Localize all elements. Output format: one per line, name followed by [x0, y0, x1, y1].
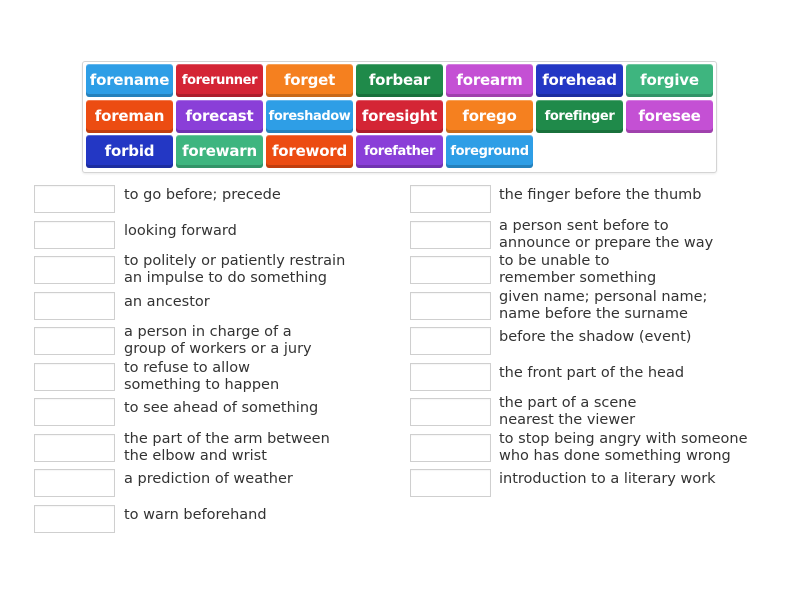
definition-right-7: the part of a scene nearest the viewer	[499, 395, 636, 430]
definition-left-3: to politely or patiently restrain an impu…	[124, 253, 345, 288]
definition-line: the finger before the thumb	[499, 187, 702, 204]
drop-box-left-10[interactable]	[34, 505, 115, 533]
definition-left-9: a prediction of weather	[124, 471, 293, 489]
definition-right-4: given name; personal name; name before th…	[499, 289, 707, 324]
drop-box-left-2[interactable]	[34, 221, 115, 249]
drop-box-left-8[interactable]	[34, 434, 115, 462]
drop-box-right-5[interactable]	[410, 327, 491, 355]
definition-line: something to happen	[124, 377, 280, 393]
word-tile-forecast[interactable]: forecast	[176, 99, 263, 133]
word-tile-forbear[interactable]: forbear	[356, 64, 443, 97]
definition-line: to refuse to allow	[124, 359, 250, 376]
drop-box-right-9[interactable]	[410, 469, 491, 497]
word-tile-forename[interactable]: forename	[86, 64, 173, 97]
drop-box-left-9[interactable]	[34, 469, 115, 497]
definition-line: name before the surname	[499, 306, 688, 322]
definition-line: the part of a scene	[499, 394, 637, 411]
word-tile-forefinger[interactable]: forefinger	[536, 99, 623, 133]
definition-line: a prediction of weather	[124, 471, 293, 488]
drop-box-left-5[interactable]	[34, 327, 115, 355]
drop-box-right-6[interactable]	[410, 363, 491, 391]
definition-left-5: a person in charge of a group of workers …	[124, 324, 312, 359]
definition-left-4: an ancestor	[124, 294, 210, 312]
definition-line: announce or prepare the way	[499, 235, 714, 251]
definition-left-1: to go before; precede	[124, 187, 281, 205]
drop-box-left-4[interactable]	[34, 292, 115, 320]
word-tile-foreground[interactable]: foreground	[446, 135, 533, 168]
definition-right-1: the finger before the thumb	[499, 187, 702, 205]
drop-box-right-1[interactable]	[410, 185, 491, 213]
drop-box-right-3[interactable]	[410, 256, 491, 284]
definition-left-8: the part of the arm between the elbow and…	[124, 431, 330, 466]
word-tile-forearm[interactable]: forearm	[446, 64, 533, 97]
definition-line: a person in charge of a	[124, 323, 292, 340]
word-tile-forego[interactable]: forego	[446, 99, 533, 133]
definition-line: an ancestor	[124, 294, 210, 311]
word-tile-foresee[interactable]: foresee	[626, 99, 713, 133]
drop-box-right-7[interactable]	[410, 398, 491, 426]
definition-line: looking forward	[124, 223, 237, 240]
word-tile-forerunner[interactable]: forerunner	[176, 64, 263, 97]
word-tile-foreman[interactable]: foreman	[86, 99, 173, 133]
definition-line: to warn beforehand	[124, 507, 267, 524]
drop-box-right-2[interactable]	[410, 221, 491, 249]
word-tile-forewarn[interactable]: forewarn	[176, 135, 263, 168]
definition-line: a person sent before to	[499, 217, 669, 234]
drop-box-left-3[interactable]	[34, 256, 115, 284]
drop-box-left-6[interactable]	[34, 363, 115, 391]
word-tile-forehead[interactable]: forehead	[536, 64, 623, 97]
word-tile-foresight[interactable]: foresight	[356, 99, 443, 133]
definition-line: to see ahead of something	[124, 400, 319, 417]
drop-box-left-1[interactable]	[34, 185, 115, 213]
definition-line: the elbow and wrist	[124, 448, 267, 464]
definition-right-5: before the shadow (event)	[499, 329, 691, 347]
definition-left-10: to warn beforehand	[124, 507, 267, 525]
definition-line: to be unable to	[499, 252, 610, 269]
drop-box-right-4[interactable]	[410, 292, 491, 320]
drop-box-left-7[interactable]	[34, 398, 115, 426]
definition-line: introduction to a literary work	[499, 471, 716, 488]
definition-left-6: to refuse to allow something to happen	[124, 360, 279, 395]
definition-line: remember something	[499, 270, 657, 286]
definition-line: before the shadow (event)	[499, 329, 692, 346]
drop-box-right-8[interactable]	[410, 434, 491, 462]
word-tile-foreshadow[interactable]: foreshadow	[266, 99, 353, 133]
definition-right-2: a person sent before to announce or prepa…	[499, 218, 713, 253]
definition-left-2: looking forward	[124, 223, 237, 241]
definition-line: to politely or patiently restrain	[124, 252, 346, 269]
word-tile-forefather[interactable]: forefather	[356, 135, 443, 168]
definition-right-3: to be unable to remember something	[499, 253, 656, 288]
definition-line: to stop being angry with someone	[499, 430, 748, 447]
word-tile-forbid[interactable]: forbid	[86, 135, 173, 168]
definition-left-7: to see ahead of something	[124, 400, 318, 418]
definition-line: the part of the arm between	[124, 430, 330, 447]
word-tile-forgive[interactable]: forgive	[626, 64, 713, 97]
definition-line: nearest the viewer	[499, 412, 636, 428]
definition-right-6: the front part of the head	[499, 365, 684, 383]
definition-line: given name; personal name;	[499, 288, 708, 305]
definition-line: an impulse to do something	[124, 270, 327, 286]
definition-line: who has done something wrong	[499, 448, 731, 464]
definition-line: to go before; precede	[124, 187, 281, 204]
definition-line: the front part of the head	[499, 365, 685, 382]
word-tile-forget[interactable]: forget	[266, 64, 353, 97]
definition-line: group of workers or a jury	[124, 341, 312, 357]
definition-right-9: introduction to a literary work	[499, 471, 716, 489]
word-tile-foreword[interactable]: foreword	[266, 135, 353, 168]
word-bank: forename forerunner forget forbear forearm fo…	[82, 61, 717, 173]
definition-right-8: to stop being angry with someone who has …	[499, 431, 748, 466]
match-up-activity: forename forerunner forget forbear forearm fo…	[0, 0, 800, 600]
